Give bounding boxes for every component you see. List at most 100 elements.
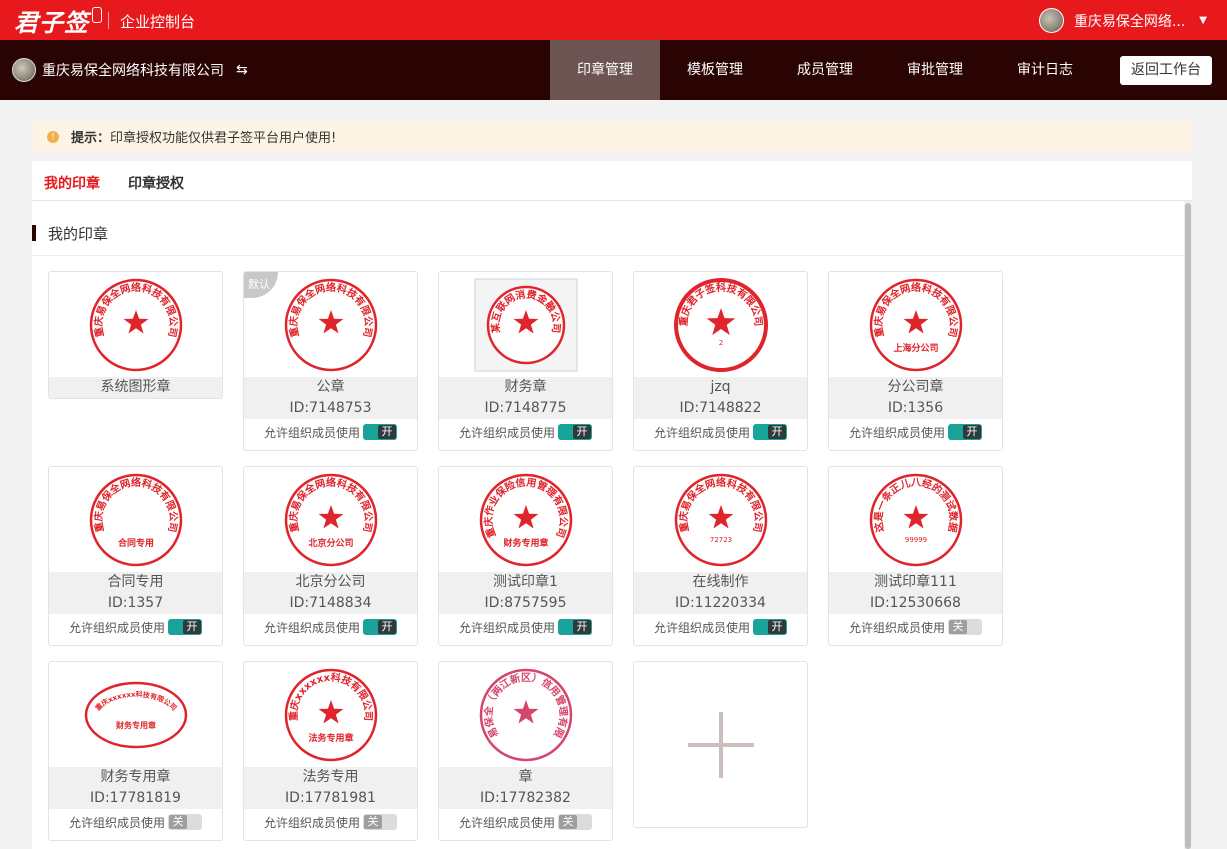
top-bar: 君子签 企业控制台 重庆易保全网络... ▼ bbox=[0, 0, 1227, 40]
seal-ring-text: 重庆易保全网络科技有限公司 bbox=[676, 475, 764, 533]
user-menu[interactable]: 重庆易保全网络... ▼ bbox=[1038, 8, 1207, 33]
nav-audit-log[interactable]: 审计日志 bbox=[990, 40, 1100, 100]
seal-ring-text: 重庆易保全网络科技有限公司 bbox=[871, 280, 959, 338]
seal-card[interactable]: 这是一条正儿八经的测试数据 99999 测试印章111 ID:12530668 允许组织… bbox=[828, 466, 1003, 646]
seal-card[interactable]: 重庆作业保险信用管理有限公司 财务专用章 测试印章1 ID:8757595 允许组织成员… bbox=[438, 466, 613, 646]
permission-toggle[interactable]: 开 bbox=[753, 424, 787, 440]
permission-label: 允许组织成员使用 bbox=[68, 620, 165, 635]
seal-card[interactable]: 重庆xxxxxx科技有限公司 财务专用章 财务专用章 ID:17781819 允许组织成… bbox=[48, 661, 223, 841]
seal-image[interactable]: 重庆易保全网络科技有限公司 bbox=[49, 272, 222, 377]
seal-image[interactable]: 重庆易保全（两江新区）信用管理有限公司 bbox=[439, 662, 612, 767]
seal-card[interactable]: 重庆君子签科技有限公司 2 jzq ID:7148822 允许组织成员使用 开 bbox=[633, 271, 808, 451]
permission-label: 允许组织成员使用 bbox=[458, 620, 555, 635]
back-to-workbench-button[interactable]: 返回工作台 bbox=[1120, 56, 1212, 85]
console-title: 企业控制台 bbox=[120, 13, 196, 31]
seal-bottom-text: 北京分公司 bbox=[308, 537, 353, 549]
chevron-down-icon[interactable]: ▼ bbox=[1199, 15, 1207, 26]
tab-my-seals[interactable]: 我的印章 bbox=[44, 173, 100, 193]
seal-image[interactable]: 重庆易保全网络科技有限公司 合同专用 bbox=[49, 467, 222, 572]
seal-image[interactable]: 重庆易保全网络科技有限公司 72723 bbox=[634, 467, 807, 572]
seal-ring-text: 重庆易保全网络科技有限公司 bbox=[91, 280, 179, 338]
seal-id: ID:7148822 bbox=[634, 398, 807, 419]
permission-toggle[interactable]: 开 bbox=[753, 619, 787, 635]
seal-name: jzq bbox=[634, 377, 807, 398]
seal-card[interactable]: 重庆易保全网络科技有限公司 默认 公章 ID:7148753 允许组织成员使用开 bbox=[243, 271, 418, 451]
member-permission-row: 允许组织成员使用 开 bbox=[244, 423, 417, 441]
permission-toggle[interactable]: 开 bbox=[363, 424, 397, 440]
add-seal-button[interactable] bbox=[633, 661, 808, 828]
member-permission-row: 允许组织成员使用 开 bbox=[439, 618, 612, 636]
seal-id: ID:1356 bbox=[829, 398, 1002, 419]
permission-toggle[interactable]: 关 bbox=[558, 814, 592, 830]
star-icon bbox=[318, 504, 343, 528]
seal-card[interactable]: 重庆易保全网络科技有限公司 合同专用 合同专用 ID:1357 允许组织成员使用开 bbox=[48, 466, 223, 646]
seal-card[interactable]: 某互联网消费金融公司 财务章 ID:7148775 允许组织成员使用 开 bbox=[438, 271, 613, 451]
permission-toggle[interactable]: 开 bbox=[558, 619, 592, 635]
org-switcher[interactable]: 重庆易保全网络科技有限公司 ⇆ bbox=[12, 58, 248, 82]
permission-toggle[interactable]: 开 bbox=[558, 424, 592, 440]
permission-toggle[interactable]: 关 bbox=[168, 814, 202, 830]
star-icon bbox=[903, 309, 928, 333]
seal-stamp-icon: 重庆易保全网络科技有限公司 bbox=[284, 278, 377, 371]
seal-image[interactable]: 重庆君子签科技有限公司 2 bbox=[634, 272, 807, 377]
seal-image[interactable]: 重庆易保全网络科技有限公司 上海分公司 bbox=[829, 272, 1002, 377]
permission-toggle[interactable]: 开 bbox=[363, 619, 397, 635]
seal-id: ID:17782382 bbox=[439, 788, 612, 809]
seal-card[interactable]: 重庆易保全网络科技有限公司 北京分公司 北京分公司 ID:7148834 允许组织成员使… bbox=[243, 466, 418, 646]
toggle-knob: 关 bbox=[169, 815, 187, 829]
seal-image[interactable]: 重庆xxxxxx科技有限公司 法务专用章 bbox=[244, 662, 417, 767]
seal-image[interactable]: 这是一条正儿八经的测试数据 99999 bbox=[829, 467, 1002, 572]
seal-id: ID:17781981 bbox=[244, 788, 417, 809]
permission-label: 允许组织成员使用 bbox=[848, 620, 945, 635]
permission-label: 允许组织成员使用 bbox=[653, 425, 750, 440]
scrollbar[interactable] bbox=[1184, 201, 1192, 849]
seal-image[interactable]: 重庆xxxxxx科技有限公司 财务专用章 bbox=[49, 662, 222, 767]
member-permission-row: 允许组织成员使用关 bbox=[49, 813, 222, 831]
seal-code-text: 99999 bbox=[904, 536, 926, 544]
seal-name: 系统图形章 bbox=[49, 377, 222, 398]
seal-stamp-icon: 重庆作业保险信用管理有限公司财务专用章 bbox=[479, 473, 572, 566]
permission-toggle[interactable]: 关 bbox=[363, 814, 397, 830]
star-icon bbox=[318, 699, 343, 723]
permission-toggle[interactable]: 关 bbox=[948, 619, 982, 635]
seal-bottom-text: 财务专用章 bbox=[115, 720, 156, 730]
switch-org-icon[interactable]: ⇆ bbox=[236, 62, 248, 78]
seal-card[interactable]: 重庆易保全网络科技有限公司系统图形章 bbox=[48, 271, 223, 399]
toggle-knob: 关 bbox=[364, 815, 382, 829]
seal-card[interactable]: 重庆xxxxxx科技有限公司 法务专用章 法务专用 ID:17781981 允许组织成员… bbox=[243, 661, 418, 841]
seal-id: ID:8757595 bbox=[439, 593, 612, 614]
org-name[interactable]: 重庆易保全网络科技有限公司 bbox=[42, 60, 224, 80]
user-name[interactable]: 重庆易保全网络... bbox=[1074, 11, 1185, 31]
user-avatar[interactable] bbox=[1038, 8, 1064, 33]
scrollbar-thumb[interactable] bbox=[1185, 203, 1191, 849]
logo[interactable]: 君子签 bbox=[14, 3, 102, 37]
seal-card[interactable]: 重庆易保全（两江新区）信用管理有限公司章ID:17782382 允许组织成员使用关 bbox=[438, 661, 613, 841]
nav-approval-management[interactable]: 审批管理 bbox=[880, 40, 990, 100]
star-icon bbox=[318, 309, 343, 333]
nav-seal-management[interactable]: 印章管理 bbox=[550, 40, 660, 100]
seal-image[interactable]: 重庆作业保险信用管理有限公司 财务专用章 bbox=[439, 467, 612, 572]
seal-image[interactable]: 重庆易保全网络科技有限公司 北京分公司 bbox=[244, 467, 417, 572]
nav-member-management[interactable]: 成员管理 bbox=[770, 40, 880, 100]
seal-name: 财务专用章 bbox=[49, 767, 222, 788]
seal-ring-text: 重庆易保全网络科技有限公司 bbox=[91, 475, 179, 533]
seal-stamp-icon: 重庆易保全网络科技有限公司上海分公司 bbox=[869, 278, 962, 371]
seal-card[interactable]: 重庆易保全网络科技有限公司 上海分公司 分公司章 ID:1356 允许组织成员使用 开 bbox=[828, 271, 1003, 451]
permission-toggle[interactable]: 开 bbox=[948, 424, 982, 440]
seal-card[interactable]: 重庆易保全网络科技有限公司 72723 在线制作 ID:11220334 允许组织成员使… bbox=[633, 466, 808, 646]
nav-template-management[interactable]: 模板管理 bbox=[660, 40, 770, 100]
tab-bar: 我的印章 印章授权 bbox=[32, 161, 1192, 201]
toggle-knob: 开 bbox=[963, 425, 981, 439]
tab-seal-authorization[interactable]: 印章授权 bbox=[128, 173, 184, 193]
member-permission-row: 允许组织成员使用 开 bbox=[49, 618, 222, 636]
seal-ring-text: 重庆易保全网络科技有限公司 bbox=[286, 280, 374, 338]
member-permission-row: 允许组织成员使用 开 bbox=[439, 423, 612, 441]
seal-image[interactable]: 某互联网消费金融公司 bbox=[439, 272, 612, 377]
star-icon bbox=[513, 699, 538, 723]
member-permission-row: 允许组织成员使用 开 bbox=[829, 423, 1002, 441]
notice-bar: ! 提示： 印章授权功能仅供君子签平台用户使用! bbox=[32, 121, 1192, 152]
notice-label: 提示： bbox=[71, 131, 111, 146]
permission-label: 允许组织成员使用 bbox=[68, 815, 165, 830]
notice-text: 印章授权功能仅供君子签平台用户使用! bbox=[110, 131, 337, 146]
permission-toggle[interactable]: 开 bbox=[168, 619, 202, 635]
